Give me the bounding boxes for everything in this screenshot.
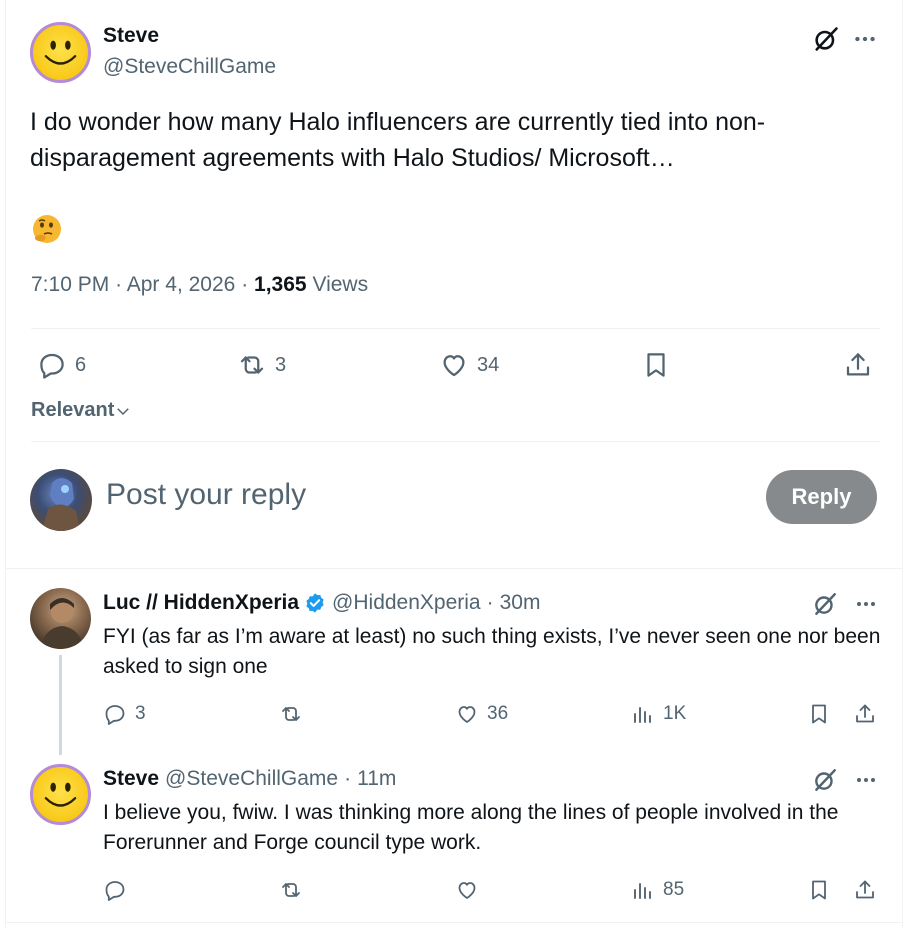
reply-time[interactable]: 30m: [500, 591, 541, 615]
reply-icon: [105, 881, 125, 901]
verified-icon: [306, 593, 324, 613]
section-divider: [6, 568, 902, 569]
author-name[interactable]: Steve: [103, 24, 159, 48]
bookmark-action[interactable]: [807, 702, 831, 726]
reply-author-name[interactable]: Steve: [103, 767, 159, 791]
bookmark-action[interactable]: [641, 350, 671, 380]
author-avatar[interactable]: [30, 22, 91, 83]
tweet-text: I do wonder how many Halo influencers ar…: [30, 108, 766, 172]
tweet-time[interactable]: 7:10 PM: [31, 273, 109, 296]
divider: [6, 922, 902, 923]
reply-count: 3: [135, 703, 146, 724]
reply-author-handle[interactable]: @SteveChillGame: [165, 767, 338, 791]
reply-input[interactable]: Post your reply: [106, 478, 306, 512]
smiley-face-icon: [44, 782, 77, 807]
views-icon: [634, 707, 651, 723]
tweet-meta: 7:10 PM · Apr 4, 2026 · 1,365 Views: [31, 273, 368, 297]
grok-icon[interactable]: [811, 766, 839, 794]
bookmark-icon: [812, 880, 826, 900]
reply-author-avatar[interactable]: [30, 764, 91, 825]
reply-header: Steve @SteveChillGame · 11m: [103, 767, 396, 791]
bookmark-icon: [812, 704, 826, 724]
more-icon[interactable]: [852, 590, 880, 618]
like-count: 34: [477, 353, 500, 376]
repost-icon: [240, 356, 264, 374]
meta-separator: ·: [241, 273, 249, 296]
sort-relevant[interactable]: Relevant: [31, 399, 132, 422]
reply-action[interactable]: 3: [103, 702, 146, 726]
divider: [31, 328, 880, 329]
like-icon: [458, 882, 476, 899]
repost-icon: [282, 707, 300, 721]
views-count: 1K: [663, 703, 687, 724]
views-count: 85: [663, 879, 685, 900]
avatar-art: [40, 598, 84, 649]
reply-header: Luc // HiddenXperia @HiddenXperia · 30m: [103, 591, 540, 615]
views-action[interactable]: 1K: [631, 702, 686, 726]
chevron-down-icon: [117, 407, 130, 415]
repost-action[interactable]: [279, 878, 311, 902]
thinking-face-emoji: [31, 213, 63, 245]
like-icon: [458, 706, 476, 723]
views-icon: [634, 883, 651, 899]
divider: [31, 441, 880, 442]
reply-text: FYI (as far as I’m aware at least) no su…: [103, 625, 881, 678]
reply-time[interactable]: 11m: [357, 767, 396, 791]
reply-action[interactable]: [103, 878, 135, 902]
repost-action[interactable]: [279, 702, 311, 726]
views-label: Views: [312, 273, 369, 296]
share-action[interactable]: [853, 702, 877, 726]
like-action[interactable]: 36: [455, 702, 508, 726]
views-count: 1,365: [254, 273, 307, 296]
meta-separator: ·: [344, 767, 352, 790]
reply-icon: [40, 353, 64, 379]
more-icon[interactable]: [852, 766, 880, 794]
repost-count: 3: [275, 353, 287, 376]
reply-author-avatar[interactable]: [30, 588, 91, 649]
author-handle[interactable]: @SteveChillGame: [103, 55, 276, 79]
tweet-date[interactable]: Apr 4, 2026: [127, 273, 236, 296]
like-icon: [443, 355, 465, 377]
reply-author-name[interactable]: Luc // HiddenXperia: [103, 591, 299, 615]
repost-action[interactable]: 3: [237, 350, 286, 380]
share-icon: [856, 880, 874, 899]
meta-separator: ·: [115, 273, 123, 296]
repost-icon: [282, 883, 300, 897]
bookmark-action[interactable]: [807, 878, 831, 902]
share-icon: [846, 353, 870, 376]
grok-icon[interactable]: [811, 24, 841, 54]
share-icon: [856, 704, 874, 723]
like-count: 36: [487, 703, 509, 724]
smiley-face-icon: [44, 40, 77, 65]
like-action[interactable]: [455, 878, 487, 902]
reply-text: I believe you, fwiw. I was thinking more…: [103, 801, 839, 854]
bookmark-icon: [647, 353, 665, 377]
reply-count: 6: [75, 353, 87, 376]
current-user-avatar[interactable]: [30, 469, 92, 531]
share-action[interactable]: [853, 878, 877, 902]
reply-author-handle[interactable]: @HiddenXperia: [332, 591, 481, 615]
reply-action[interactable]: 6: [37, 350, 86, 380]
avatar-art: [42, 478, 80, 531]
share-action[interactable]: [843, 350, 873, 380]
sort-label: Relevant: [31, 399, 115, 421]
reply-button[interactable]: Reply: [766, 470, 877, 524]
grok-icon[interactable]: [811, 590, 839, 618]
reply-icon: [105, 705, 125, 725]
views-action[interactable]: 85: [631, 878, 684, 902]
more-icon[interactable]: [850, 24, 880, 54]
thread-line: [59, 655, 62, 755]
like-action[interactable]: 34: [439, 350, 499, 380]
meta-separator: ·: [486, 591, 494, 614]
